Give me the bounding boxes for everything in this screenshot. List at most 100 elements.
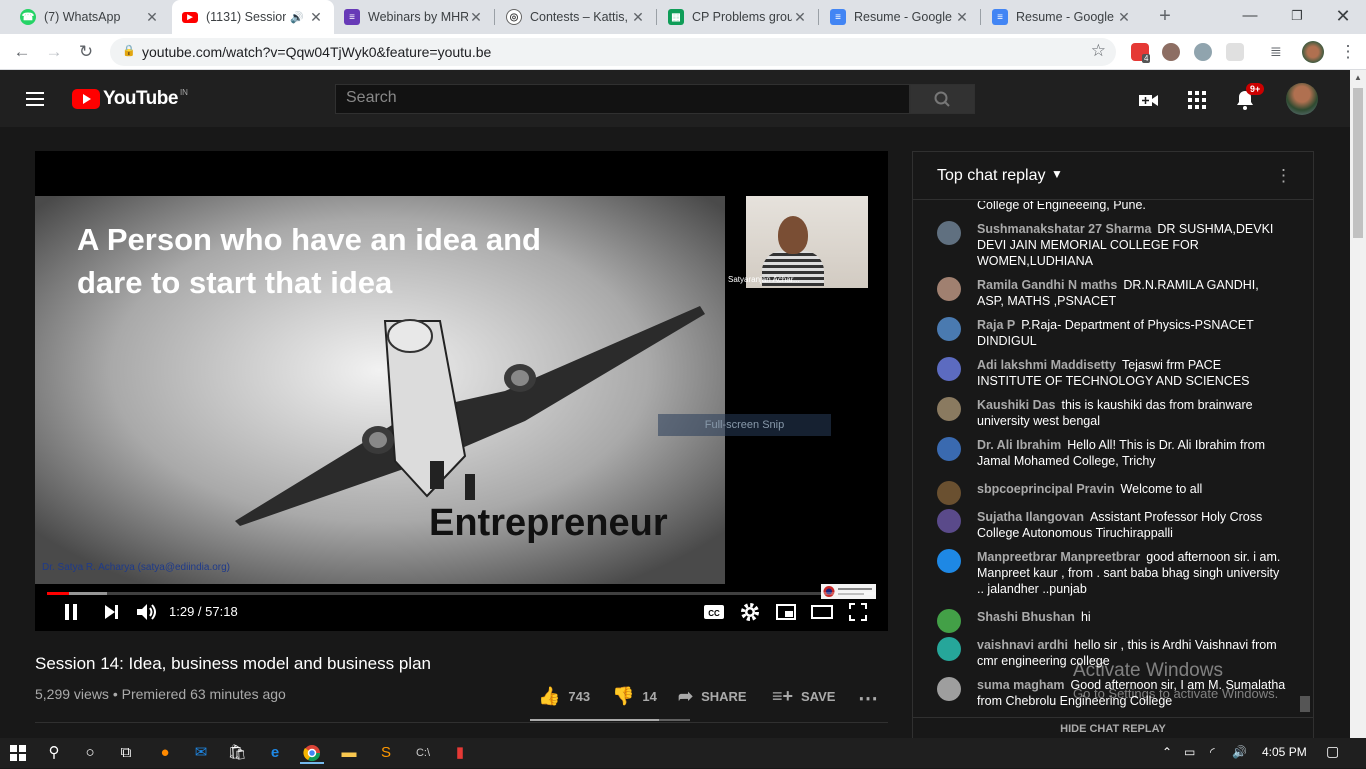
chat-avatar[interactable] xyxy=(937,509,961,533)
sublime-text-icon[interactable]: S xyxy=(374,742,398,764)
chat-author[interactable]: Sujatha Ilangovan xyxy=(977,510,1084,524)
chat-mode-selector[interactable]: Top chat replay xyxy=(937,167,1046,185)
page-scrollbar[interactable]: ▲ xyxy=(1350,70,1366,738)
next-video-button[interactable] xyxy=(99,600,123,624)
close-window-button[interactable]: ✕ xyxy=(1320,0,1366,34)
command-prompt-icon[interactable]: C:\ xyxy=(411,742,435,764)
chat-scroll-thumb[interactable] xyxy=(1300,696,1310,712)
chat-avatar[interactable] xyxy=(937,221,961,245)
create-video-icon[interactable] xyxy=(1137,88,1161,112)
windows-start-icon[interactable] xyxy=(6,742,30,764)
more-actions-icon[interactable]: ⋯ xyxy=(858,686,878,711)
subtitles-cc-icon[interactable]: CC xyxy=(702,600,726,624)
close-tab-icon[interactable]: ✕ xyxy=(792,9,808,26)
media-controls-icon[interactable]: ≣ xyxy=(1270,43,1288,61)
tab-kattis[interactable]: ◎ Contests – Kattis, ✕ xyxy=(496,0,656,34)
chrome-menu-icon[interactable]: ⋮ xyxy=(1336,40,1360,64)
task-view-icon[interactable]: ⧉ xyxy=(114,742,138,764)
tab-whatsapp[interactable]: ☎ (7) WhatsApp ✕ xyxy=(10,0,170,34)
chat-author[interactable]: Dr. Ali Ibrahim xyxy=(977,438,1061,452)
bookmark-star-icon[interactable]: ☆ xyxy=(1091,41,1106,61)
back-button[interactable]: ← xyxy=(10,40,34,64)
page-scroll-thumb[interactable] xyxy=(1353,88,1363,238)
close-tab-icon[interactable]: ✕ xyxy=(630,9,646,26)
settings-gear-icon[interactable] xyxy=(738,600,762,624)
like-button[interactable]: 👍 743 xyxy=(538,686,590,707)
chat-author[interactable]: Raja P xyxy=(977,318,1015,332)
firefox-icon[interactable]: ● xyxy=(153,742,177,764)
close-tab-icon[interactable]: ✕ xyxy=(308,9,324,26)
chat-avatar[interactable] xyxy=(937,677,961,701)
lock-icon[interactable]: 🔒 xyxy=(122,44,136,57)
address-bar[interactable]: 🔒 youtube.com/watch?v=Qqw04TjWyk0&featur… xyxy=(110,38,1116,66)
video-player[interactable]: A Person who have an idea and dare to st… xyxy=(35,151,888,631)
user-avatar[interactable] xyxy=(1286,83,1318,115)
miniplayer-icon[interactable] xyxy=(774,600,798,624)
action-center-icon[interactable]: ▢ xyxy=(1326,743,1339,760)
hamburger-menu-icon[interactable] xyxy=(26,92,44,106)
progress-bar[interactable] xyxy=(47,592,876,595)
chat-author[interactable]: Sushmanakshatar 27 Sharma xyxy=(977,222,1151,236)
apps-grid-icon[interactable] xyxy=(1185,88,1209,112)
pause-button[interactable] xyxy=(59,600,83,624)
chat-avatar[interactable] xyxy=(937,317,961,341)
chat-author[interactable]: Kaushiki Das xyxy=(977,398,1056,412)
chevron-down-icon[interactable]: ▼ xyxy=(1051,167,1063,181)
close-tab-icon[interactable]: ✕ xyxy=(954,9,970,26)
chat-avatar[interactable] xyxy=(937,549,961,573)
extension-icon[interactable] xyxy=(1226,43,1244,61)
tab-cp-problems[interactable]: ▦ CP Problems grou ✕ xyxy=(658,0,818,34)
chat-scrollbar[interactable] xyxy=(1297,201,1313,717)
url-text[interactable]: youtube.com/watch?v=Qqw04TjWyk0&feature=… xyxy=(142,44,491,60)
minimize-button[interactable]: — xyxy=(1227,0,1273,34)
tab-youtube[interactable]: ▶ (1131) Session 🔊 ✕ xyxy=(172,0,334,34)
search-button[interactable] xyxy=(910,84,975,114)
chat-author[interactable]: suma magham xyxy=(977,678,1065,692)
chat-author[interactable]: Manpreetbrar Manpreetbrar xyxy=(977,550,1140,564)
chat-author[interactable]: sbpcoeprincipal Pravin xyxy=(977,482,1115,496)
audio-playing-icon[interactable]: 🔊 xyxy=(286,11,308,24)
chat-author[interactable]: vaishnavi ardhi xyxy=(977,638,1068,652)
fullscreen-icon[interactable] xyxy=(846,600,870,624)
fullscreen-snip-overlay[interactable]: Full-screen Snip xyxy=(658,414,831,436)
search-input[interactable]: Search xyxy=(335,84,910,114)
close-tab-icon[interactable]: ✕ xyxy=(468,9,484,26)
dislike-button[interactable]: 👎 14 xyxy=(612,686,657,707)
acrobat-icon[interactable]: ▮ xyxy=(448,742,472,764)
edge-icon[interactable]: e xyxy=(263,742,287,764)
save-button[interactable]: ≡+ SAVE xyxy=(772,686,835,707)
share-button[interactable]: ➦ SHARE xyxy=(678,686,747,707)
extension-icon[interactable] xyxy=(1194,43,1212,61)
chat-avatar[interactable] xyxy=(937,277,961,301)
file-explorer-icon[interactable]: ▬ xyxy=(337,742,361,764)
chat-more-icon[interactable]: ⋮ xyxy=(1275,166,1292,186)
bug-extension-icon[interactable] xyxy=(1162,43,1180,61)
store-icon[interactable]: 🛍 xyxy=(225,742,249,764)
clock[interactable]: 4:05 PM xyxy=(1262,745,1307,759)
chat-author[interactable]: Shashi Bhushan xyxy=(977,610,1075,624)
profile-avatar[interactable] xyxy=(1302,41,1324,63)
youtube-logo[interactable]: YouTube IN xyxy=(72,88,188,110)
chat-avatar[interactable] xyxy=(937,637,961,661)
scroll-up-icon[interactable]: ▲ xyxy=(1354,73,1362,82)
chat-avatar[interactable] xyxy=(937,437,961,461)
chrome-icon[interactable] xyxy=(300,742,324,764)
new-tab-button[interactable]: + xyxy=(1154,5,1176,27)
volume-icon[interactable] xyxy=(134,600,158,624)
forward-button[interactable]: → xyxy=(42,40,66,64)
chat-author[interactable]: Ramila Gandhi N maths xyxy=(977,278,1117,292)
tab-webinars[interactable]: ≡ Webinars by MHR ✕ xyxy=(334,0,494,34)
tab-resume-2[interactable]: ≡ Resume - Google ✕ xyxy=(982,0,1142,34)
mail-icon[interactable]: ✉ xyxy=(189,742,213,764)
cortana-icon[interactable]: ○ xyxy=(78,742,102,764)
reload-button[interactable]: ↻ xyxy=(74,40,98,64)
speaker-icon[interactable]: 🔊 xyxy=(1232,745,1247,759)
battery-icon[interactable]: ▭ xyxy=(1184,745,1195,759)
restore-button[interactable]: ❐ xyxy=(1274,0,1320,34)
close-tab-icon[interactable]: ✕ xyxy=(1116,9,1132,26)
chat-author[interactable]: Adi lakshmi Maddisetty xyxy=(977,358,1116,372)
theater-mode-icon[interactable] xyxy=(810,600,834,624)
tray-overflow-icon[interactable]: ⌃ xyxy=(1162,745,1172,759)
hide-chat-replay-button[interactable]: HIDE CHAT REPLAY xyxy=(913,717,1313,740)
wifi-icon[interactable]: ◜ xyxy=(1210,745,1215,759)
